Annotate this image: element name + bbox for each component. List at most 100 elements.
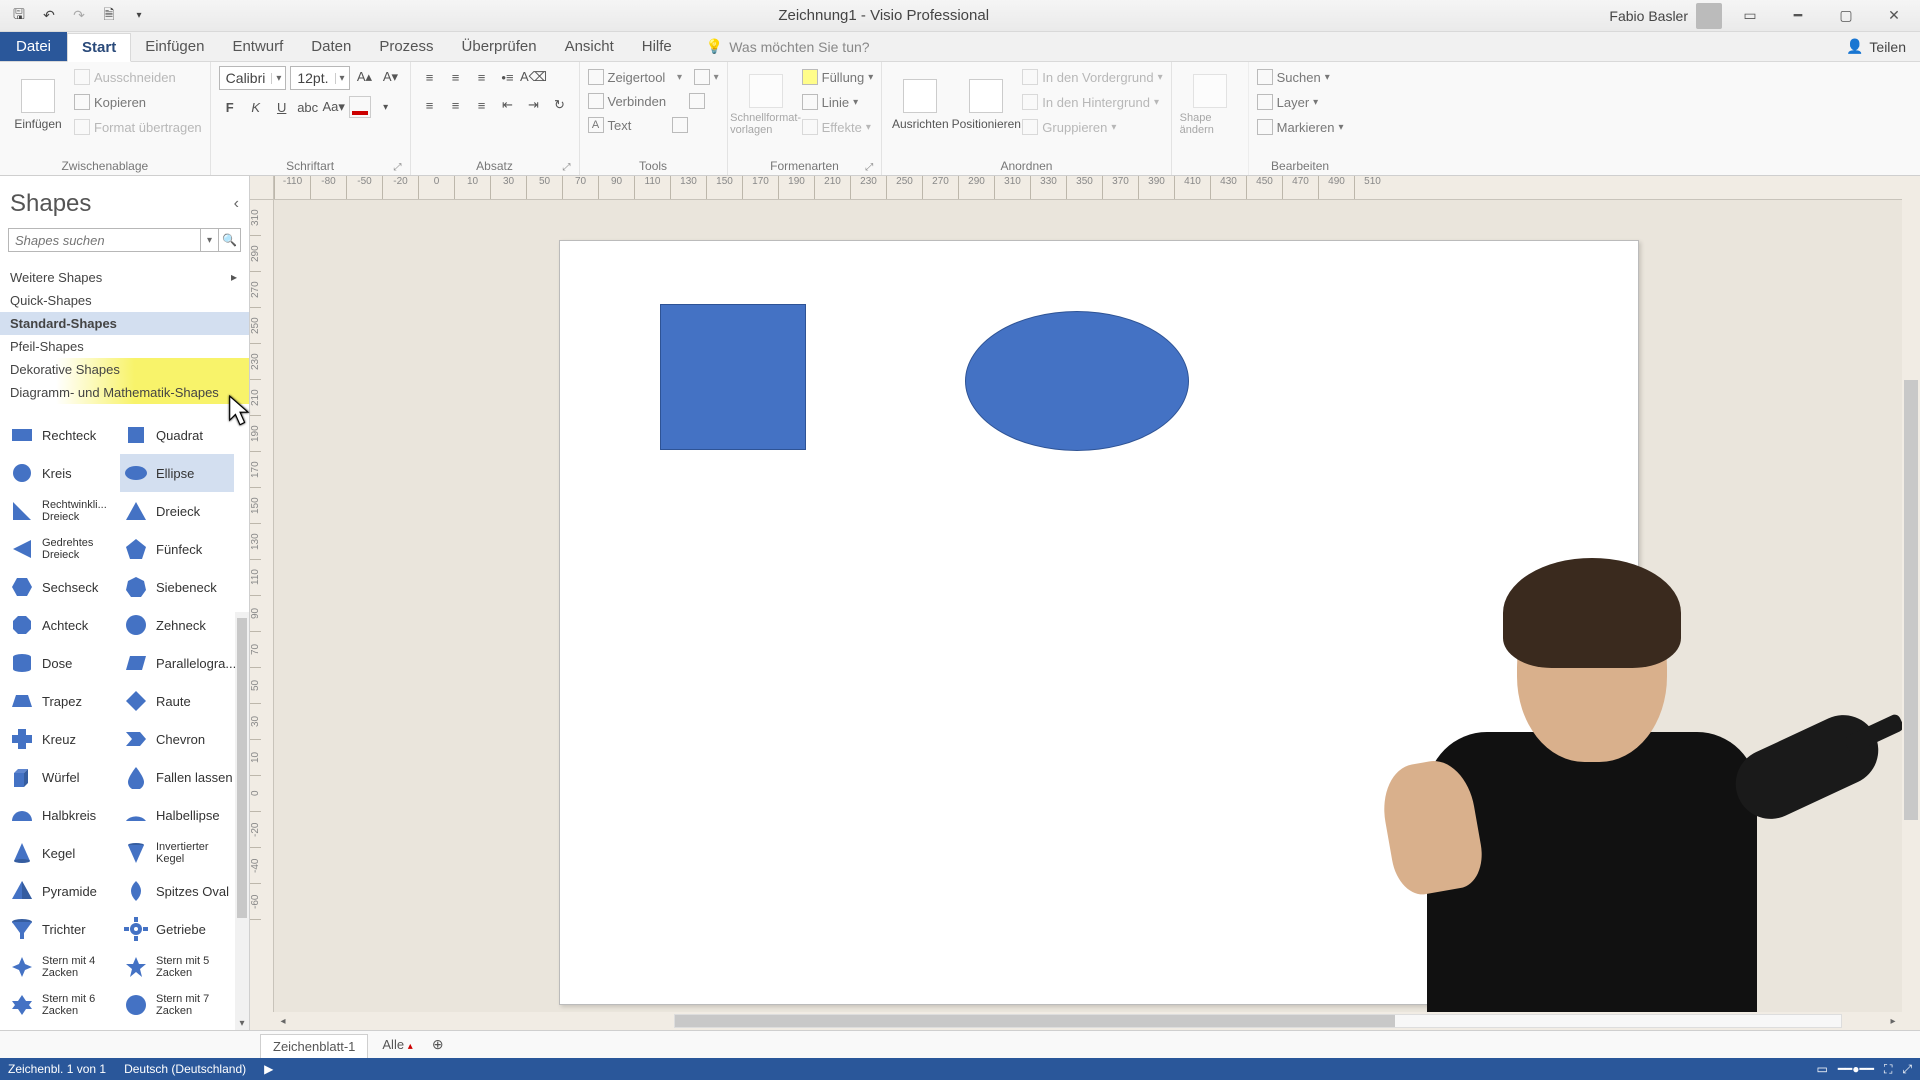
shape-cone[interactable]: Kegel: [6, 834, 120, 872]
collapse-pane-icon[interactable]: ‹: [234, 195, 239, 213]
pointer-tool-button[interactable]: Zeigertool ▾ ▾: [588, 66, 719, 88]
user-name[interactable]: Fabio Basler: [1609, 8, 1688, 24]
category-decorative-shapes[interactable]: Dekorative Shapes: [0, 358, 249, 381]
canvas-horizontal-scrollbar[interactable]: ◂ ▸: [274, 1012, 1902, 1030]
shape-rectangle[interactable]: Rechteck: [6, 416, 120, 454]
shape-teardrop[interactable]: Fallen lassen: [120, 758, 234, 796]
group-button[interactable]: Gruppieren ▾: [1022, 116, 1162, 138]
category-standard-shapes[interactable]: Standard-Shapes: [0, 312, 249, 335]
add-sheet-icon[interactable]: ⊕: [427, 1034, 449, 1056]
shape-triangle[interactable]: Dreieck: [120, 492, 234, 530]
shapes-search-input[interactable]: [8, 228, 201, 252]
shape-inverted-cone[interactable]: Invertierter Kegel: [120, 834, 234, 872]
tell-me-search[interactable]: 💡 Was möchten Sie tun?: [706, 32, 870, 61]
increase-font-icon[interactable]: A▴: [354, 66, 376, 88]
shape-star-4[interactable]: Stern mit 4 Zacken: [6, 948, 120, 986]
shape-star-6[interactable]: Stern mit 6 Zacken: [6, 986, 120, 1024]
decrease-font-icon[interactable]: A▾: [380, 66, 402, 88]
layer-button[interactable]: Layer ▾: [1257, 91, 1344, 113]
shape-gear[interactable]: Getriebe: [120, 910, 234, 948]
shape-pentagon[interactable]: Fünfeck: [120, 530, 234, 568]
select-button[interactable]: Markieren ▾: [1257, 116, 1344, 138]
canvas-vertical-scrollbar[interactable]: [1902, 200, 1920, 1012]
tab-design[interactable]: Entwurf: [218, 32, 297, 61]
scrollbar-thumb[interactable]: [1904, 380, 1918, 820]
shape-chevron[interactable]: Chevron: [120, 720, 234, 758]
align-top-icon[interactable]: ≡: [419, 66, 441, 88]
bring-front-button[interactable]: In den Vordergrund ▾: [1022, 66, 1162, 88]
align-center-icon[interactable]: ≡: [445, 94, 467, 116]
category-diagram-math-shapes[interactable]: Diagramm- und Mathematik-Shapes: [0, 381, 249, 404]
more-shapes-item[interactable]: Weitere Shapes▸: [0, 266, 249, 289]
font-color-icon[interactable]: [349, 96, 371, 118]
shape-octagon[interactable]: Achteck: [6, 606, 120, 644]
horizontal-ruler[interactable]: -110-80-50-20010305070901101301501701902…: [274, 176, 1902, 200]
language-indicator[interactable]: Deutsch (Deutschland): [124, 1062, 246, 1076]
change-shape-button[interactable]: Shape ändern: [1180, 66, 1240, 144]
new-doc-icon[interactable]: 🗎: [96, 4, 122, 28]
font-name-combo[interactable]: Calibri▾: [219, 66, 287, 90]
bullets-icon[interactable]: •≡: [497, 66, 519, 88]
search-icon[interactable]: 🔍: [219, 228, 241, 252]
decrease-indent-icon[interactable]: ⇤: [497, 94, 519, 116]
tab-file[interactable]: Datei: [0, 32, 67, 61]
shape-semicircle[interactable]: Halbkreis: [6, 796, 120, 834]
connection-point-icon[interactable]: [672, 117, 688, 133]
tab-review[interactable]: Überprüfen: [448, 32, 551, 61]
presentation-mode-icon[interactable]: ▭: [1816, 1062, 1827, 1076]
shape-square[interactable]: Quadrat: [120, 416, 234, 454]
expand-icon[interactable]: ▾: [235, 1016, 249, 1030]
quick-styles-button[interactable]: Schnellformat-vorlagen: [736, 66, 796, 144]
shape-trapezoid[interactable]: Trapez: [6, 682, 120, 720]
format-painter-button[interactable]: Format übertragen: [74, 116, 202, 138]
canvas-ellipse-shape[interactable]: [965, 311, 1189, 451]
x-tool-icon[interactable]: [689, 93, 705, 109]
shape-diamond[interactable]: Raute: [120, 682, 234, 720]
minimize-icon[interactable]: ━: [1778, 3, 1818, 29]
macro-record-icon[interactable]: ▶: [264, 1062, 273, 1076]
scrollbar-thumb[interactable]: [237, 618, 247, 918]
align-right-icon[interactable]: ≡: [471, 94, 493, 116]
dialog-launcher-icon[interactable]: ⤢: [865, 162, 873, 173]
copy-button[interactable]: Kopieren: [74, 91, 202, 113]
tab-help[interactable]: Hilfe: [628, 32, 686, 61]
maximize-icon[interactable]: ▢: [1826, 3, 1866, 29]
tab-view[interactable]: Ansicht: [551, 32, 628, 61]
shape-hexagon[interactable]: Sechseck: [6, 568, 120, 606]
share-button[interactable]: 👤 Teilen: [1846, 32, 1920, 61]
user-avatar[interactable]: [1696, 3, 1722, 29]
cut-button[interactable]: Ausschneiden: [74, 66, 202, 88]
tab-process[interactable]: Prozess: [365, 32, 447, 61]
strikethrough-icon[interactable]: abc: [297, 96, 319, 118]
category-arrow-shapes[interactable]: Pfeil-Shapes: [0, 335, 249, 358]
scrollbar-thumb[interactable]: [675, 1015, 1395, 1027]
drawing-surface[interactable]: [274, 200, 1902, 1012]
shape-pointed-oval[interactable]: Spitzes Oval: [120, 872, 234, 910]
fullscreen-icon[interactable]: ⤢: [1902, 1062, 1912, 1077]
send-back-button[interactable]: In den Hintergrund ▾: [1022, 91, 1162, 113]
clear-format-icon[interactable]: A⌫: [523, 66, 545, 88]
shapes-scrollbar[interactable]: [235, 612, 249, 1030]
category-quick-shapes[interactable]: Quick-Shapes: [0, 289, 249, 312]
rect-tool-icon[interactable]: [694, 69, 710, 85]
fit-page-icon[interactable]: ⛶: [1884, 1062, 1892, 1077]
bold-icon[interactable]: F: [219, 96, 241, 118]
align-button[interactable]: Ausrichten: [890, 66, 950, 144]
tab-insert[interactable]: Einfügen: [131, 32, 218, 61]
fill-button[interactable]: Füllung ▾: [802, 66, 874, 88]
align-bottom-icon[interactable]: ≡: [471, 66, 493, 88]
search-dropdown-icon[interactable]: ▾: [201, 228, 219, 252]
align-left-icon[interactable]: ≡: [419, 94, 441, 116]
tab-data[interactable]: Daten: [297, 32, 365, 61]
shape-parallelogram[interactable]: Parallelogra...: [120, 644, 234, 682]
dialog-launcher-icon[interactable]: ⤢: [394, 162, 402, 173]
tab-start[interactable]: Start: [67, 33, 131, 62]
shape-star-7[interactable]: Stern mit 7 Zacken: [120, 986, 234, 1024]
ribbon-display-options-icon[interactable]: ▭: [1730, 3, 1770, 29]
change-case-icon[interactable]: Aa▾: [323, 96, 345, 118]
shape-right-triangle[interactable]: Rechtwinkli... Dreieck: [6, 492, 120, 530]
effects-button[interactable]: Effekte ▾: [802, 116, 874, 138]
shape-rotated-triangle[interactable]: Gedrehtes Dreieck: [6, 530, 120, 568]
shape-semi-ellipse[interactable]: Halbellipse: [120, 796, 234, 834]
shape-star-5[interactable]: Stern mit 5 Zacken: [120, 948, 234, 986]
